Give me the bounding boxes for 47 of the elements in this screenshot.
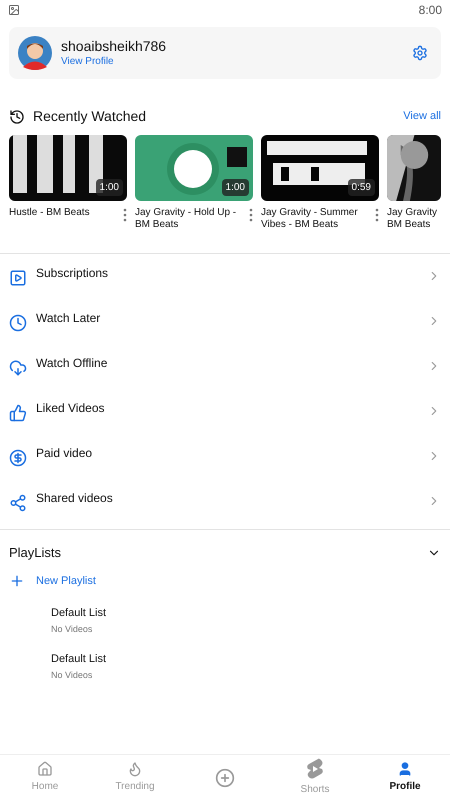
menu-item[interactable]: Paid video: [0, 434, 450, 479]
share-icon: [9, 494, 27, 512]
video-title[interactable]: Jay Gravity BM Beats: [387, 207, 441, 231]
playlist-count: No Videos: [51, 622, 94, 636]
video-thumbnail[interactable]: [387, 135, 441, 201]
status-time: 8:00: [418, 2, 442, 19]
duration-badge: 1:00: [96, 179, 123, 196]
menu-item[interactable]: Watch Later: [0, 299, 450, 344]
thumbs-up-icon: [9, 404, 27, 422]
avatar: [18, 36, 52, 70]
duration-badge: 1:00: [222, 179, 249, 196]
menu-item[interactable]: Watch Offline: [0, 344, 450, 389]
duration-badge: 0:59: [348, 179, 375, 196]
video-title[interactable]: Jay Gravity - Hold Up - BM Beats: [135, 207, 249, 231]
section-title: Recently Watched: [33, 107, 146, 126]
clock-icon: [9, 314, 27, 332]
playlist-name[interactable]: Default List: [51, 652, 450, 666]
flame-icon: [127, 761, 143, 777]
playlist-name[interactable]: Default List: [51, 606, 450, 620]
video-thumbnail[interactable]: 0:59: [261, 135, 379, 201]
add-icon: [215, 768, 235, 788]
more-icon[interactable]: [123, 208, 127, 222]
image-notification-icon: [8, 4, 20, 16]
person-icon: [397, 761, 413, 777]
view-profile-link[interactable]: View Profile: [61, 55, 166, 69]
username: shoaibsheikh786: [61, 37, 166, 55]
video-title[interactable]: Jay Gravity - Summer Vibes - BM Beats: [261, 207, 375, 231]
home-icon: [37, 761, 53, 777]
video-title[interactable]: Hustle - BM Beats: [9, 207, 123, 219]
video-thumbnail[interactable]: 1:00: [135, 135, 253, 201]
settings-icon: [412, 45, 428, 61]
playlists-header[interactable]: PlayLists: [0, 530, 450, 566]
history-icon: [9, 108, 25, 124]
view-all-link[interactable]: View all: [403, 108, 441, 125]
menu-item[interactable]: Shared videos: [0, 479, 450, 524]
more-icon[interactable]: [375, 208, 379, 222]
playlist-count: No Videos: [51, 668, 94, 682]
dollar-icon: [9, 449, 27, 467]
menu-item[interactable]: Liked Videos: [0, 389, 450, 434]
cloud-download-icon: [9, 359, 27, 377]
new-playlist-button[interactable]: New Playlist: [0, 573, 450, 590]
shorts-icon: [306, 758, 324, 780]
video-thumbnail[interactable]: 1:00: [9, 135, 127, 201]
menu-item[interactable]: Subscriptions: [0, 254, 450, 299]
subscriptions-icon: [9, 269, 27, 287]
more-icon[interactable]: [249, 208, 253, 222]
nav-tab[interactable]: Profile: [360, 755, 450, 800]
